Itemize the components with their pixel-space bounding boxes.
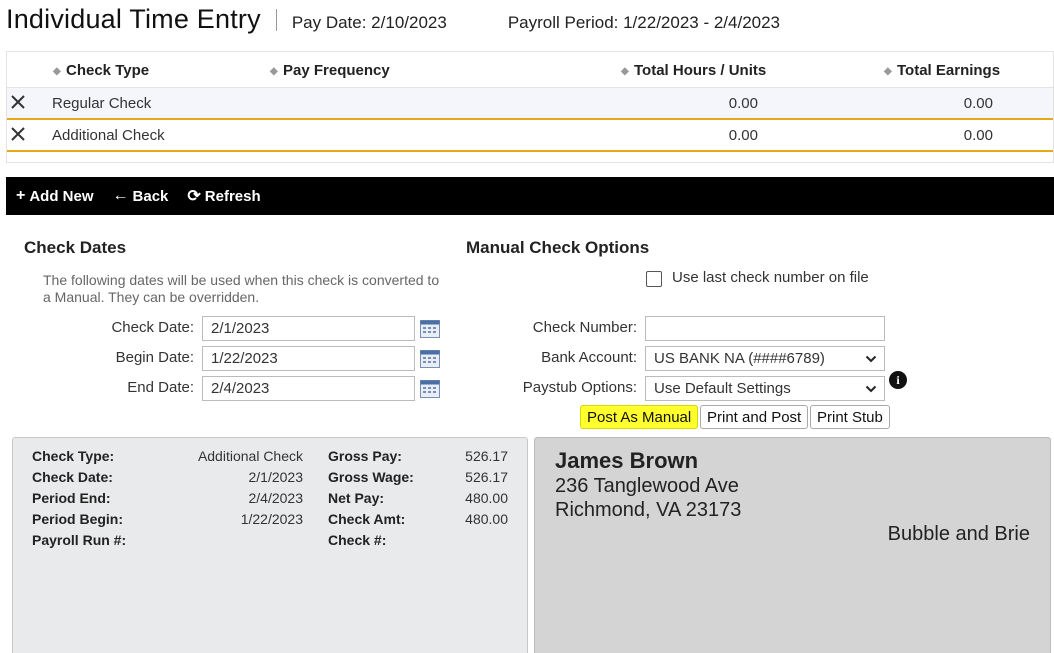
column-pay-frequency[interactable]: ◆ Pay Frequency (270, 62, 390, 79)
paystub-preview: James Brown 236 Tanglewood Ave Richmond,… (534, 437, 1051, 653)
grid-header: ◆ Check Type ◆ Pay Frequency ◆ Total Hours … (7, 52, 1053, 88)
delete-icon[interactable] (9, 93, 27, 111)
sort-icon: ◆ (270, 66, 278, 77)
check-amt-value: 480.00 (465, 511, 508, 527)
page-header: Individual Time Entry Pay Date: 2/10/202… (6, 4, 780, 40)
checks-grid: ◆ Check Type ◆ Pay Frequency ◆ Total Hours … (6, 51, 1054, 163)
paystub-options-select[interactable]: Use Default Settings (645, 376, 885, 401)
use-last-check-label[interactable]: Use last check number on file (672, 269, 869, 286)
back-button[interactable]: ← Back (113, 187, 169, 205)
sort-icon: ◆ (621, 66, 629, 77)
bank-account-value: US BANK NA (####6789) (654, 350, 825, 367)
paystub-options-value: Use Default Settings (654, 380, 791, 397)
check-date-input[interactable] (202, 316, 415, 341)
header-divider (275, 9, 277, 31)
sort-icon: ◆ (53, 66, 61, 77)
cell-total-hours: 0.00 (728, 127, 758, 144)
check-number-input[interactable] (645, 316, 885, 341)
page-title: Individual Time Entry (6, 4, 261, 34)
gross-pay-label: Gross Pay: (328, 448, 402, 464)
refresh-label: Refresh (204, 187, 261, 205)
summary-row: Check Type: Additional Check Gross Pay: … (13, 448, 527, 469)
bank-account-select[interactable]: US BANK NA (####6789) (645, 346, 885, 371)
table-row[interactable]: Regular Check 0.00 0.00 (7, 88, 1053, 120)
check-summary-panel: Check Type: Additional Check Gross Pay: … (12, 437, 528, 653)
cell-total-hours: 0.00 (728, 95, 758, 112)
summary-row: Payroll Run #: Check #: (13, 532, 527, 553)
check-type-label: Check Type: (32, 448, 115, 464)
calendar-icon[interactable] (420, 350, 440, 368)
manual-check-options-title: Manual Check Options (466, 238, 650, 257)
add-new-label: Add New (29, 187, 94, 205)
company-name: Bubble and Brie (887, 523, 1030, 545)
chevron-down-icon (865, 385, 877, 393)
check-type-value: Additional Check (197, 448, 303, 464)
check-dates-title: Check Dates (24, 238, 127, 257)
pay-date: Pay Date: 2/10/2023 (291, 13, 447, 32)
cell-total-earnings: 0.00 (963, 127, 993, 144)
employee-address-line2: Richmond, VA 23173 (555, 499, 742, 521)
employee-address-line1: 236 Tanglewood Ave (555, 475, 739, 497)
end-date-label: End Date: (127, 379, 194, 396)
delete-icon[interactable] (9, 125, 27, 143)
begin-date-input[interactable] (202, 346, 415, 371)
payroll-period: Payroll Period: 1/22/2023 - 2/4/2023 (507, 13, 781, 32)
refresh-icon: ⟳ (187, 188, 201, 205)
check-date-summary-value: 2/1/2023 (248, 469, 304, 485)
net-pay-value: 480.00 (465, 490, 508, 506)
arrow-left-icon: ← (112, 187, 129, 204)
employee-name: James Brown (555, 448, 699, 473)
sort-icon: ◆ (884, 66, 892, 77)
cell-total-earnings: 0.00 (963, 95, 993, 112)
calendar-icon[interactable] (420, 380, 440, 398)
column-total-earnings[interactable]: ◆ Total Earnings (884, 62, 1000, 79)
chevron-down-icon (865, 355, 877, 363)
gross-pay-value: 526.17 (465, 448, 508, 464)
plus-icon: + (16, 187, 26, 204)
column-check-type-label: Check Type (66, 62, 150, 79)
action-toolbar: + Add New ← Back ⟳ Refresh (6, 177, 1054, 215)
use-last-check-checkbox[interactable] (646, 271, 662, 287)
bank-account-label: Bank Account: (541, 349, 637, 366)
payroll-run-label: Payroll Run #: (32, 532, 127, 548)
table-row[interactable]: Additional Check 0.00 0.00 (7, 120, 1053, 152)
summary-row: Check Date: 2/1/2023 Gross Wage: 526.17 (13, 469, 527, 490)
column-total-hours-label: Total Hours / Units (634, 62, 767, 79)
check-amt-label: Check Amt: (328, 511, 406, 527)
summary-row: Period End: 2/4/2023 Net Pay: 480.00 (13, 490, 527, 511)
column-check-type[interactable]: ◆ Check Type (53, 62, 149, 79)
begin-date-label: Begin Date: (115, 349, 194, 366)
print-and-post-button[interactable]: Print and Post (700, 405, 809, 429)
period-end-label: Period End: (32, 490, 111, 506)
info-icon[interactable]: i (889, 371, 907, 389)
gross-wage-label: Gross Wage: (328, 469, 414, 485)
period-begin-value: 1/22/2023 (240, 511, 303, 527)
refresh-button[interactable]: ⟳ Refresh (187, 186, 260, 206)
column-total-earnings-label: Total Earnings (897, 62, 1001, 79)
period-begin-label: Period Begin: (32, 511, 124, 527)
check-dates-note: The following dates will be used when th… (43, 272, 440, 305)
period-end-value: 2/4/2023 (248, 490, 304, 506)
check-date-label: Check Date: (111, 319, 194, 336)
add-new-button[interactable]: + Add New (16, 187, 94, 205)
gross-wage-value: 526.17 (465, 469, 508, 485)
summary-row: Period Begin: 1/22/2023 Check Amt: 480.0… (13, 511, 527, 532)
paystub-options-label: Paystub Options: (522, 379, 637, 396)
net-pay-label: Net Pay: (328, 490, 385, 506)
cell-check-type: Additional Check (52, 127, 165, 144)
check-number-label: Check Number: (532, 319, 637, 336)
cell-check-type: Regular Check (52, 95, 152, 112)
back-label: Back (132, 187, 169, 205)
calendar-icon[interactable] (420, 320, 440, 338)
post-as-manual-button[interactable]: Post As Manual (580, 405, 699, 429)
column-total-hours[interactable]: ◆ Total Hours / Units (621, 62, 766, 79)
check-date-summary-label: Check Date: (32, 469, 113, 485)
check-num-label: Check #: (328, 532, 387, 548)
end-date-input[interactable] (202, 376, 415, 401)
print-stub-button[interactable]: Print Stub (810, 405, 890, 429)
column-pay-frequency-label: Pay Frequency (283, 62, 390, 79)
